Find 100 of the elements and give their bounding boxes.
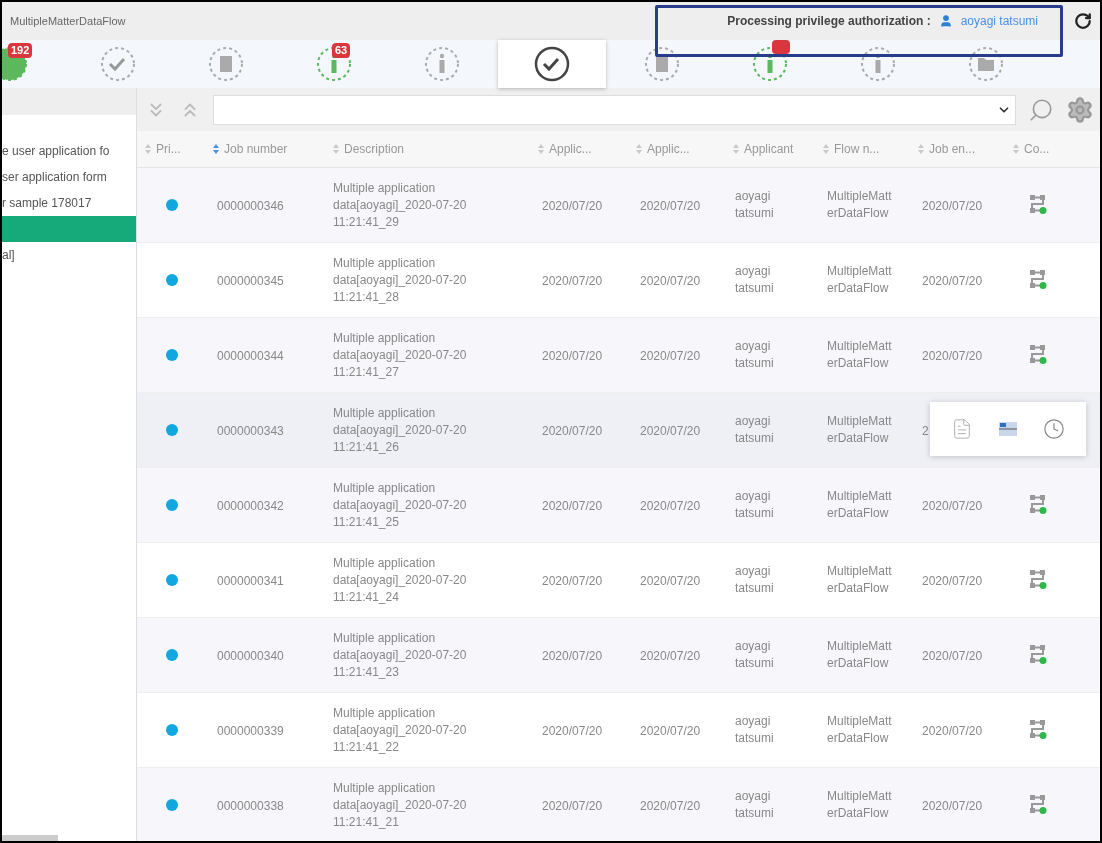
table-cell: 0000000338: [217, 799, 284, 813]
count-badge: 63: [332, 43, 351, 58]
table-cell-text: Multiple application data[aoyagi]_2020-07-20 11:21:41_25: [333, 479, 468, 531]
table-cell-text: aoyagi tatsumi: [735, 263, 775, 297]
table-cell-text: aoyagi tatsumi: [735, 788, 775, 822]
column-header[interactable]: Applic...: [647, 140, 690, 158]
table-cell: MultipleMatterDataFlow: [827, 488, 893, 522]
table-cell: 0000000342: [217, 499, 284, 513]
sort-icon[interactable]: [333, 144, 339, 154]
table-cell: 2020/07/20: [542, 274, 603, 288]
table-cell: 2020/07/20: [640, 499, 701, 513]
table-cell-text: aoyagi tatsumi: [735, 713, 775, 747]
table-row[interactable]: 0000000340 Multiple application data[aoyagi]_2020-07-20 11:21:41_23 2020/07/20 2020/07/20 aoyagi tatsumi MultipleMatterDataFlow 2020/07/20: [137, 618, 1100, 693]
table-cell: MultipleMatterDataFlow: [827, 713, 893, 747]
table-cell: 2020/07/20: [542, 424, 603, 438]
table-cell: MultipleMatterDataFlow: [827, 638, 893, 672]
column-header[interactable]: Description: [344, 140, 405, 158]
table-cell: 2020/07/20: [542, 724, 603, 738]
table-cell: 2020/07/20: [542, 799, 603, 813]
table-cell-text: Multiple application data[aoyagi]_2020-07-20 11:21:41_28: [333, 254, 468, 306]
table-cell: 0000000339: [217, 724, 284, 738]
settings-icon[interactable]: [1066, 95, 1094, 124]
user-link[interactable]: aoyagi tatsumi: [960, 12, 1038, 30]
table-cell: 2020/07/20: [542, 349, 603, 363]
sort-icon[interactable]: [1013, 144, 1019, 154]
flow-route-icon[interactable]: [1028, 344, 1047, 366]
sort-icon[interactable]: [538, 144, 544, 154]
table-cell: 0000000344: [217, 349, 284, 363]
table-cell: MultipleMatterDataFlow: [827, 188, 893, 222]
table-row[interactable]: 0000000342 Multiple application data[aoyagi]_2020-07-20 11:21:41_25 2020/07/20 2020/07/20 aoyagi tatsumi MultipleMatterDataFlow 2020/07/20: [137, 468, 1100, 543]
table-cell: 2020/07/20: [542, 574, 603, 588]
table-row[interactable]: 0000000338 Multiple application data[aoyagi]_2020-07-20 11:21:41_21 2020/07/20 2020/07/20 aoyagi tatsumi MultipleMatterDataFlow 2020/07/20: [137, 768, 1100, 841]
table-cell: 2020/07/20: [542, 199, 603, 213]
table-cell-text: Multiple application data[aoyagi]_2020-07-20 11:21:41_26: [333, 404, 468, 456]
sidebar-item[interactable]: al]: [2, 242, 136, 268]
clock-icon[interactable]: [1043, 418, 1066, 440]
table-cell: 2020/07/20: [922, 349, 983, 363]
column-header[interactable]: Co...: [1024, 140, 1050, 158]
refresh-icon[interactable]: [1074, 12, 1092, 30]
flow-route-icon[interactable]: [1028, 494, 1047, 516]
column-header[interactable]: Pri...: [156, 140, 181, 158]
table-cell: 2020/07/20: [640, 799, 701, 813]
sort-icon[interactable]: [213, 144, 219, 154]
table-cell: MultipleMatterDataFlow: [827, 338, 893, 372]
table-cell-text: aoyagi tatsumi: [735, 188, 775, 222]
column-header[interactable]: Job en...: [929, 140, 976, 158]
status-tab[interactable]: [498, 40, 606, 88]
table-cell-text: aoyagi tatsumi: [735, 413, 775, 447]
sort-icon[interactable]: [733, 144, 739, 154]
sidebar-item[interactable]: e user application fo: [2, 138, 136, 164]
table-cell: 0000000341: [217, 574, 284, 588]
flow-route-icon[interactable]: [1028, 194, 1047, 216]
authorization-label: Processing privilege authorization :: [727, 13, 931, 30]
table-cell: 2020/07/20: [922, 649, 983, 663]
table-cell: MultipleMatterDataFlow: [827, 413, 893, 447]
flow-route-icon[interactable]: [1028, 719, 1047, 741]
sidebar-item[interactable]: r sample 178017: [2, 190, 136, 216]
table-cell: 0000000345: [217, 274, 284, 288]
table-row[interactable]: 0000000343 Multiple application data[aoyagi]_2020-07-20 11:21:41_26 2020/07/20 2020/07/20 aoyagi tatsumi MultipleMatterDataFlow 2: [137, 393, 1100, 468]
layout-icon[interactable]: [998, 421, 1018, 437]
column-header[interactable]: Flow n...: [834, 140, 880, 158]
table-cell: MultipleMatterDataFlow: [827, 788, 893, 822]
column-header[interactable]: Applicant: [744, 140, 794, 158]
status-tab[interactable]: 63: [280, 40, 388, 88]
flow-route-icon[interactable]: [1028, 644, 1047, 666]
table-cell: 2020/07/20: [922, 799, 983, 813]
table-cell: 2020/07/20: [922, 499, 983, 513]
column-header[interactable]: Applic...: [549, 140, 592, 158]
count-badge: 192: [8, 43, 33, 58]
search-select[interactable]: [213, 94, 1016, 125]
table-cell-text: aoyagi tatsumi: [735, 563, 775, 597]
status-tab[interactable]: 192: [2, 40, 64, 88]
table-row[interactable]: 0000000344 Multiple application data[aoyagi]_2020-07-20 11:21:41_27 2020/07/20 2020/07/20 aoyagi tatsumi MultipleMatterDataFlow 2020/07/20: [137, 318, 1100, 393]
table-cell-text: Multiple application data[aoyagi]_2020-07-20 11:21:41_24: [333, 554, 468, 606]
table-cell-text: aoyagi tatsumi: [735, 338, 775, 372]
table-cell: 0000000340: [217, 649, 284, 663]
table-cell: 2020/07/20: [640, 349, 701, 363]
flow-route-icon[interactable]: [1028, 569, 1047, 591]
table-cell: 2020/07/20: [922, 724, 983, 738]
table-cell-text: aoyagi tatsumi: [735, 488, 775, 522]
sort-icon[interactable]: [636, 144, 642, 154]
sidebar-item[interactable]: ser application form: [2, 164, 136, 190]
flow-route-icon[interactable]: [1028, 794, 1047, 816]
table-cell: 2020/07/20: [640, 649, 701, 663]
table-cell-text: Multiple application data[aoyagi]_2020-07-20 11:21:41_22: [333, 704, 468, 756]
table-cell-text: Multiple application data[aoyagi]_2020-07-20 11:21:41_29: [333, 179, 468, 231]
sort-icon[interactable]: [145, 144, 151, 154]
flow-route-icon[interactable]: [1028, 269, 1047, 291]
table-cell: 2020/07/20: [922, 574, 983, 588]
column-header[interactable]: Job number: [224, 140, 288, 158]
scrollbar-thumb[interactable]: [2, 835, 58, 841]
window-title: MultipleMatterDataFlow: [10, 13, 126, 29]
table-cell-text: aoyagi tatsumi: [735, 638, 775, 672]
table-row[interactable]: 0000000346 Multiple application data[aoyagi]_2020-07-20 11:21:41_29 2020/07/20 2020/07/20 aoyagi tatsumi MultipleMatterDataFlow 2020/07/20: [137, 168, 1100, 243]
table-cell: MultipleMatterDataFlow: [827, 263, 893, 297]
sort-icon[interactable]: [823, 144, 829, 154]
sort-icon[interactable]: [918, 144, 924, 154]
table-cell: 0000000343: [217, 424, 284, 438]
table-cell: MultipleMatterDataFlow: [827, 563, 893, 597]
user-icon: [938, 14, 953, 28]
